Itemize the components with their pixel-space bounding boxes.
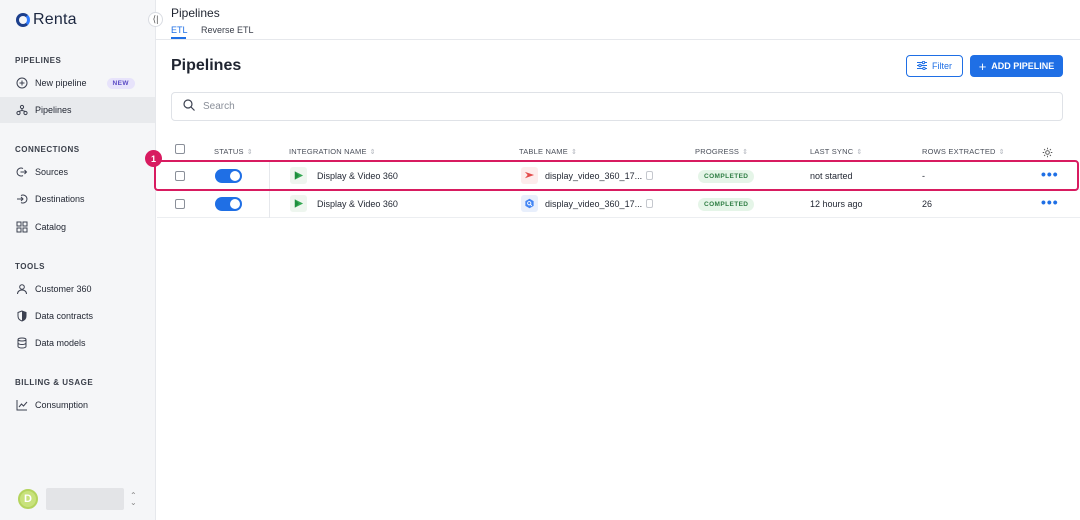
sort-icon: ⇕ [856,148,863,156]
rows-extracted: 26 [922,199,933,209]
annotation-marker: 1 [145,150,162,167]
column-header-status[interactable]: STATUS ⇕ [214,147,253,156]
row-menu-icon[interactable]: ••• [1041,194,1059,210]
sidebar: Renta PIPELINES New pipeline NEW Pipelin… [0,0,156,520]
bigquery-icon [521,195,538,212]
filter-button[interactable]: Filter [906,55,963,77]
sidebar-item-label: Data contracts [35,311,94,321]
column-header-progress[interactable]: PROGRESS ⇕ [695,147,748,156]
integration-name[interactable]: Display & Video 360 [317,199,398,209]
column-divider [269,190,270,218]
column-header-last-sync[interactable]: LAST SYNC ⇕ [810,147,862,156]
filter-label: Filter [932,61,952,71]
copy-icon[interactable] [646,199,653,208]
table-row[interactable]: Display & Video 360 display_video_360_17… [157,190,1080,218]
display-video-360-icon [290,195,307,212]
pipelines-icon [16,104,28,116]
last-sync: 12 hours ago [810,199,863,209]
column-header-rows[interactable]: ROWS EXTRACTED ⇕ [922,147,1005,156]
sidebar-item-label: Consumption [35,400,89,410]
section-title-pipelines: PIPELINES [15,56,62,65]
sort-icon: ⇕ [369,148,376,156]
collapse-sidebar-icon[interactable]: ⟨| [148,12,163,27]
sidebar-item-customer-360[interactable]: Customer 360 [0,276,155,302]
logo[interactable]: Renta [16,11,77,29]
sidebar-item-consumption[interactable]: Consumption [0,392,155,418]
user-menu[interactable]: D ⌃ ⌄ [18,488,137,510]
sort-icon: ⇕ [742,148,749,156]
new-badge: NEW [106,77,135,89]
active-tab-indicator [171,37,186,39]
page-title: Pipelines [171,57,242,74]
search-icon [183,98,195,116]
sidebar-item-data-models[interactable]: Data models [0,330,155,356]
sort-icon: ⇕ [246,148,253,156]
logo-icon [16,13,30,27]
sidebar-item-label: Pipelines [35,105,72,115]
tab-reverse-etl[interactable]: Reverse ETL [201,25,254,35]
row-checkbox[interactable] [175,199,185,209]
sidebar-item-label: Customer 360 [35,284,92,294]
plus-circle-icon [16,77,28,89]
column-header-integration[interactable]: INTEGRATION NAME ⇕ [289,147,376,156]
sidebar-item-label: Sources [35,167,69,177]
top-bar: Pipelines ETL Reverse ETL [156,0,1080,40]
table-name[interactable]: display_video_360_17... [545,199,642,209]
avatar: D [18,489,38,509]
search-input[interactable] [203,101,1003,112]
column-header-table[interactable]: TABLE NAME ⇕ [519,147,577,156]
add-pipeline-label: ADD PIPELINE [991,61,1055,71]
plus-icon: + [978,58,987,74]
status-toggle[interactable] [215,197,242,211]
filter-icon [917,60,927,72]
section-title-connections: CONNECTIONS [15,145,80,154]
database-icon [16,337,28,349]
catalog-icon [16,221,28,233]
sort-icon: ⇕ [998,148,1005,156]
search-box[interactable] [171,92,1063,121]
sidebar-item-pipelines[interactable]: Pipelines [0,97,155,123]
user-icon [16,283,28,295]
sidebar-item-sources[interactable]: Sources [0,159,155,185]
shield-icon [16,310,28,322]
logo-text: Renta [33,11,77,28]
breadcrumb-title: Pipelines [171,6,220,20]
section-title-tools: TOOLS [15,262,45,271]
chevron-updown-icon: ⌃ ⌄ [130,491,137,507]
sidebar-item-label: Data models [35,338,86,348]
sort-icon: ⇕ [570,148,578,156]
select-all-checkbox[interactable] [175,144,185,154]
sidebar-item-label: New pipeline [35,78,87,88]
user-name-redacted [46,488,124,510]
sidebar-item-destinations[interactable]: Destinations [0,186,155,212]
sources-icon [16,166,28,178]
row-highlight-annotation [154,160,1079,191]
sidebar-item-data-contracts[interactable]: Data contracts [0,303,155,329]
sidebar-item-label: Destinations [35,194,85,204]
sidebar-item-catalog[interactable]: Catalog [0,214,155,240]
sidebar-item-new-pipeline[interactable]: New pipeline NEW [0,70,155,96]
status-badge: COMPLETED [698,198,755,211]
section-title-billing: BILLING & USAGE [15,378,94,387]
sidebar-item-label: Catalog [35,222,67,232]
chart-icon [16,399,28,411]
tab-etl[interactable]: ETL [171,25,188,35]
destinations-icon [16,193,28,205]
add-pipeline-button[interactable]: + ADD PIPELINE [970,55,1063,77]
